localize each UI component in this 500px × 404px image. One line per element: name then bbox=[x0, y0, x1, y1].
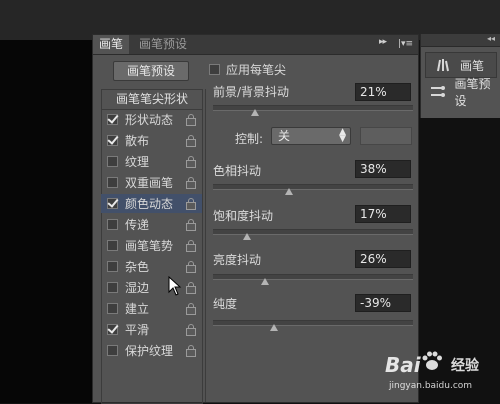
slider-thumb[interactable] bbox=[270, 324, 278, 331]
slider-thumb[interactable] bbox=[243, 233, 251, 240]
tab-brush[interactable]: 画笔 bbox=[93, 35, 130, 54]
lock-icon[interactable] bbox=[186, 261, 196, 273]
option-label: 纹理 bbox=[125, 155, 150, 169]
dock-item-brush-presets[interactable]: 画笔预设 bbox=[421, 77, 500, 108]
lock-icon[interactable] bbox=[186, 219, 196, 231]
panel-menu-icon[interactable]: |▾≡ bbox=[398, 39, 416, 49]
lock-icon[interactable] bbox=[186, 114, 196, 126]
dock-header: ◂◂ bbox=[421, 34, 500, 47]
dock-item-brush-label: 画笔 bbox=[460, 58, 485, 73]
mouse-cursor-icon bbox=[168, 276, 182, 296]
option-row[interactable]: 双重画笔 bbox=[101, 173, 202, 192]
saturation-jitter-input[interactable]: 17% bbox=[355, 205, 411, 223]
option-row[interactable]: 杂色 bbox=[101, 257, 202, 276]
paw-logo-icon bbox=[422, 351, 442, 370]
watermark-brand: Bai bbox=[385, 353, 421, 377]
lock-icon[interactable] bbox=[186, 198, 196, 210]
lock-icon[interactable] bbox=[186, 156, 196, 168]
option-label: 颜色动态 bbox=[125, 197, 174, 211]
checkbox[interactable] bbox=[107, 261, 118, 272]
option-label: 画笔笔势 bbox=[125, 239, 174, 253]
checkbox[interactable] bbox=[107, 156, 118, 167]
control-select-value: 关 bbox=[278, 129, 291, 143]
option-label: 保护纹理 bbox=[125, 344, 174, 358]
saturation-jitter-slider[interactable] bbox=[213, 229, 413, 240]
checkbox[interactable] bbox=[107, 324, 118, 335]
brush-panel: 画笔 画笔预设 ▸▸ |▾≡ 画笔预设 画笔笔尖形状 形状动态 散布 纹理 双重… bbox=[92, 34, 419, 404]
saturation-jitter-label: 饱和度抖动 bbox=[213, 209, 274, 223]
option-label: 传递 bbox=[125, 218, 150, 232]
checkbox[interactable] bbox=[107, 198, 118, 209]
baidu-jingyan-watermark: Bai 经验 jingyan.baidu.com bbox=[385, 345, 495, 397]
option-row-selected[interactable]: 颜色动态 bbox=[101, 194, 202, 213]
slider-thumb[interactable] bbox=[251, 109, 259, 116]
apply-per-tip-row[interactable]: 应用每笔尖 bbox=[209, 61, 286, 78]
brush-icon bbox=[434, 58, 452, 72]
lock-icon[interactable] bbox=[186, 177, 196, 189]
lock-icon[interactable] bbox=[186, 324, 196, 336]
option-row[interactable]: 传递 bbox=[101, 215, 202, 234]
lock-icon[interactable] bbox=[186, 240, 196, 252]
checkbox[interactable] bbox=[107, 240, 118, 251]
checkbox[interactable] bbox=[107, 135, 118, 146]
lock-icon[interactable] bbox=[186, 282, 196, 294]
collapse-arrows-icon[interactable]: ◂◂ bbox=[487, 34, 495, 43]
purity-slider[interactable] bbox=[213, 320, 413, 331]
brightness-jitter-slider[interactable] bbox=[213, 274, 413, 285]
dock-item-brush-presets-label: 画笔预设 bbox=[454, 77, 491, 108]
lock-icon[interactable] bbox=[186, 303, 196, 315]
checkbox[interactable] bbox=[107, 177, 118, 188]
collapse-arrows-icon[interactable]: ▸▸ bbox=[379, 37, 387, 47]
hue-jitter-label: 色相抖动 bbox=[213, 164, 262, 178]
apply-per-tip-label: 应用每笔尖 bbox=[226, 63, 287, 77]
brush-presets-icon bbox=[429, 85, 446, 99]
option-row[interactable]: 保护纹理 bbox=[101, 341, 202, 360]
purity-label: 纯度 bbox=[213, 297, 238, 311]
tip-shape-header[interactable]: 画笔笔尖形状 bbox=[102, 90, 202, 110]
checkbox[interactable] bbox=[107, 282, 118, 293]
lock-icon[interactable] bbox=[186, 345, 196, 357]
hue-jitter-input[interactable]: 38% bbox=[355, 160, 411, 178]
lock-icon[interactable] bbox=[186, 135, 196, 147]
select-arrows-icon: ▲ ▼ bbox=[339, 127, 346, 144]
apply-per-tip-checkbox[interactable] bbox=[209, 64, 220, 75]
option-label: 杂色 bbox=[125, 260, 150, 274]
option-label: 平滑 bbox=[125, 323, 150, 337]
option-row[interactable]: 建立 bbox=[101, 299, 202, 318]
column-divider bbox=[205, 89, 206, 402]
option-row[interactable]: 形状动态 bbox=[101, 110, 202, 129]
option-row[interactable]: 平滑 bbox=[101, 320, 202, 339]
checkbox[interactable] bbox=[107, 114, 118, 125]
option-label: 形状动态 bbox=[125, 113, 174, 127]
brush-presets-button[interactable]: 画笔预设 bbox=[113, 61, 189, 81]
checkbox[interactable] bbox=[107, 219, 118, 230]
fg-bg-jitter-input[interactable]: 21% bbox=[355, 83, 411, 101]
checkbox[interactable] bbox=[107, 303, 118, 314]
watermark-suffix: 经验 bbox=[451, 358, 479, 374]
option-row[interactable]: 湿边 bbox=[101, 278, 202, 297]
checkbox[interactable] bbox=[107, 345, 118, 356]
control-select[interactable]: 关 ▲ ▼ bbox=[271, 127, 351, 145]
hue-jitter-slider[interactable] bbox=[213, 184, 413, 195]
option-label: 双重画笔 bbox=[125, 176, 174, 190]
collapsed-panel-dock: ◂◂ 画笔 画笔预设 bbox=[420, 34, 500, 118]
brightness-jitter-label: 亮度抖动 bbox=[213, 253, 262, 267]
panel-tabbar: 画笔 画笔预设 ▸▸ |▾≡ bbox=[93, 35, 418, 55]
tab-brush-presets[interactable]: 画笔预设 bbox=[133, 35, 193, 54]
option-label: 散布 bbox=[125, 134, 150, 148]
fg-bg-jitter-slider[interactable] bbox=[213, 105, 413, 116]
option-row[interactable]: 纹理 bbox=[101, 152, 202, 171]
control-label: 控制: bbox=[235, 132, 264, 146]
option-row[interactable]: 画笔笔势 bbox=[101, 236, 202, 255]
slider-thumb[interactable] bbox=[285, 188, 293, 195]
canvas-area bbox=[0, 40, 92, 403]
brightness-jitter-input[interactable]: 26% bbox=[355, 250, 411, 268]
purity-input[interactable]: -39% bbox=[355, 294, 411, 312]
slider-thumb[interactable] bbox=[261, 278, 269, 285]
control-value-field[interactable] bbox=[360, 127, 412, 145]
option-label: 建立 bbox=[125, 302, 150, 316]
option-row[interactable]: 散布 bbox=[101, 131, 202, 150]
fg-bg-jitter-label: 前景/背景抖动 bbox=[213, 85, 290, 99]
watermark-url: jingyan.baidu.com bbox=[389, 381, 473, 391]
